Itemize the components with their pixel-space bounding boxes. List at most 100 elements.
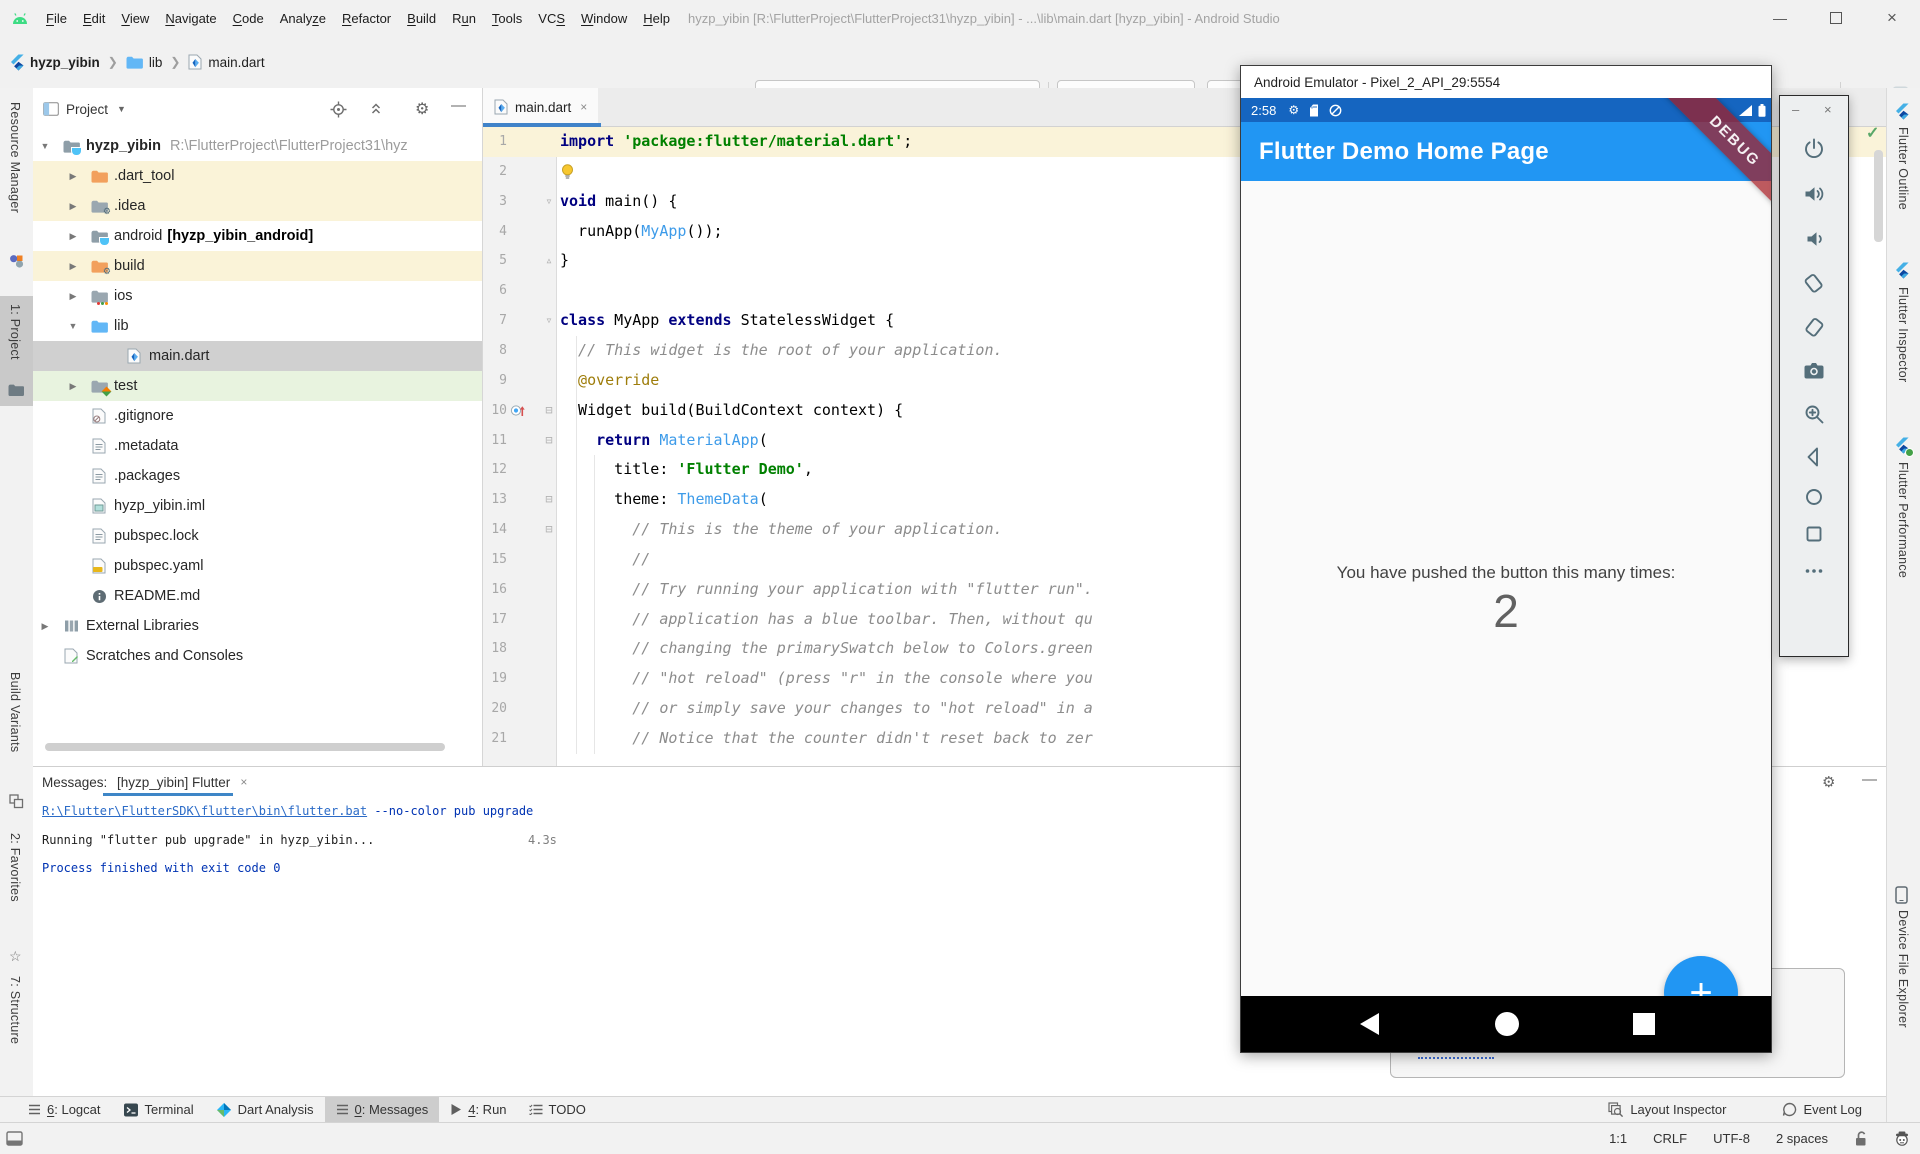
emulator-volume-down-button[interactable] [1801, 226, 1827, 252]
emulator-minimize-button[interactable]: – [1792, 102, 1799, 117]
indent-setting[interactable]: 2 spaces [1776, 1131, 1828, 1146]
sidebar-item-build-variants[interactable]: Build Variants [8, 672, 22, 752]
menu-window[interactable]: Window [573, 11, 635, 26]
emulator-volume-up-button[interactable] [1801, 181, 1827, 207]
tree-row-pubspec-lock[interactable]: pubspec.lock [33, 521, 482, 551]
emulator-rotate-right-button[interactable] [1801, 314, 1827, 340]
tab-main-dart[interactable]: main.dart × [483, 88, 598, 126]
menu-file[interactable]: File [38, 11, 75, 26]
menu-analyze[interactable]: Analyze [272, 11, 334, 26]
fold-marker-icon[interactable]: ⊟ [541, 485, 557, 515]
sidebar-item-flutter-performance[interactable]: Flutter Performance [1896, 462, 1910, 578]
chevron-right-icon[interactable]: ▶ [37, 621, 53, 632]
project-view-selector[interactable]: Project [66, 102, 108, 117]
tree-row-android[interactable]: ▶android [hyzp_yibin_android] [33, 221, 482, 251]
toolwindow-button-0-messages[interactable]: 0: Messages [325, 1097, 440, 1122]
toolwindow-button-terminal[interactable]: Terminal [112, 1097, 205, 1122]
toolwindow-button-6-logcat[interactable]: 6: Logcat [17, 1097, 112, 1122]
emulator-camera-button[interactable] [1801, 358, 1827, 384]
tab-flutter-messages[interactable]: [hyzp_yibin] Flutter × [109, 769, 255, 795]
toolwindow-button-dart-analysis[interactable]: Dart Analysis [205, 1097, 325, 1122]
toolwindow-button-layout-inspector[interactable]: Layout Inspector [1597, 1097, 1737, 1122]
horizontal-scrollbar[interactable] [45, 743, 445, 751]
emulator-close-button[interactable]: × [1824, 102, 1832, 117]
breadcrumb-folder[interactable]: lib [149, 55, 163, 70]
close-tab-icon[interactable]: × [580, 100, 587, 114]
intention-bulb-icon[interactable] [561, 164, 574, 180]
tree-row-test[interactable]: ▶test [33, 371, 482, 401]
sidebar-item-structure[interactable]: 7: Structure [8, 976, 22, 1044]
tree-row--gitignore[interactable]: .gitignore [33, 401, 482, 431]
breadcrumb-file[interactable]: main.dart [208, 55, 264, 70]
tree-row-hyzp-yibin-iml[interactable]: hyzp_yibin.iml [33, 491, 482, 521]
gear-icon[interactable]: ⚙ [415, 99, 429, 119]
editor-scrollbar[interactable] [1874, 150, 1883, 242]
tree-row-pubspec-yaml[interactable]: pubspec.yaml [33, 551, 482, 581]
menu-view[interactable]: View [113, 11, 157, 26]
tree-row-ios[interactable]: ▶ios [33, 281, 482, 311]
tree-row-main-dart[interactable]: main.dart [33, 341, 482, 371]
chevron-right-icon[interactable]: ▶ [65, 231, 81, 242]
tree-row--dart-tool[interactable]: ▶.dart_tool [33, 161, 482, 191]
emulator-title-bar[interactable]: Android Emulator - Pixel_2_API_29:5554 [1241, 66, 1771, 98]
toolwindow-button-4-run[interactable]: 4: Run [439, 1097, 517, 1122]
menu-vcs[interactable]: VCS [530, 11, 573, 26]
window-close-button[interactable]: × [1864, 0, 1920, 36]
sidebar-item-resource-manager[interactable]: Resource Manager [8, 102, 22, 213]
chevron-right-icon[interactable]: ▶ [65, 381, 81, 392]
collapse-all-icon[interactable] [368, 101, 384, 117]
tree-row-external-libraries[interactable]: ▶External Libraries [33, 611, 482, 641]
menu-tools[interactable]: Tools [484, 11, 530, 26]
build-variants-icon[interactable] [9, 794, 24, 809]
toolwindow-button-todo[interactable]: TODO [518, 1097, 597, 1122]
sidebar-item-flutter-inspector[interactable]: Flutter Inspector [1896, 287, 1910, 382]
locate-file-icon[interactable] [330, 101, 347, 118]
emulator-rotate-left-button[interactable] [1801, 270, 1827, 296]
tree-row-scratches-and-consoles[interactable]: Scratches and Consoles [33, 641, 482, 671]
fold-marker-icon[interactable]: ⊟ [541, 426, 557, 456]
line-ending[interactable]: CRLF [1653, 1131, 1687, 1146]
tree-row-build[interactable]: ▶⚙build [33, 251, 482, 281]
caret-position[interactable]: 1:1 [1609, 1131, 1627, 1146]
toolwindow-button-event-log[interactable]: Event Log [1771, 1097, 1873, 1122]
emulator-screen[interactable]: 2:58 ⚙ Flutter Demo Home Page You have p… [1241, 98, 1771, 1052]
incognito-profile-icon[interactable] [1894, 1131, 1910, 1146]
tree-row-readme-md[interactable]: README.md [33, 581, 482, 611]
window-maximize-button[interactable] [1808, 0, 1864, 36]
menu-navigate[interactable]: Navigate [157, 11, 224, 26]
tree-row-hyzp-yibin[interactable]: ▼hyzp_yibinR:\FlutterProject\FlutterProj… [33, 131, 482, 161]
tree-row--packages[interactable]: .packages [33, 461, 482, 491]
emulator-zoom-in-button[interactable] [1801, 401, 1827, 427]
fold-marker-icon[interactable]: ⊟ [541, 515, 557, 545]
console-file-link[interactable]: R:\Flutter\FlutterSDK\flutter\bin\flutte… [42, 804, 367, 818]
nav-overview-button[interactable] [1633, 1013, 1655, 1035]
fold-marker-icon[interactable]: ▵ [541, 246, 557, 276]
tree-row--metadata[interactable]: .metadata [33, 431, 482, 461]
menu-run[interactable]: Run [444, 11, 484, 26]
chevron-down-icon[interactable]: ▼ [37, 141, 53, 151]
fold-marker-icon[interactable]: ⊟ [541, 396, 557, 426]
emulator-overview-button[interactable] [1801, 521, 1827, 547]
tree-row-lib[interactable]: ▼lib [33, 311, 482, 341]
chevron-right-icon[interactable]: ▶ [65, 171, 81, 182]
menu-refactor[interactable]: Refactor [334, 11, 399, 26]
sidebar-item-flutter-outline[interactable]: Flutter Outline [1896, 127, 1910, 210]
menu-code[interactable]: Code [225, 11, 272, 26]
menu-help[interactable]: Help [635, 11, 678, 26]
resource-manager-icon[interactable] [9, 254, 24, 269]
inspections-ok-icon[interactable]: ✓ [1866, 123, 1879, 143]
nav-back-button[interactable] [1360, 1013, 1379, 1035]
chevron-right-icon[interactable]: ▶ [65, 201, 81, 212]
sidebar-item-device-file-explorer[interactable]: Device File Explorer [1896, 910, 1910, 1028]
emulator-more-button[interactable] [1801, 558, 1827, 584]
chevron-down-icon[interactable]: ▼ [65, 321, 81, 331]
file-encoding[interactable]: UTF-8 [1713, 1131, 1750, 1146]
star-icon[interactable]: ☆ [9, 948, 22, 965]
close-tab-icon[interactable]: × [240, 775, 247, 789]
gear-icon[interactable]: ⚙ [1822, 773, 1835, 791]
hide-panel-icon[interactable]: — [451, 97, 466, 114]
chevron-right-icon[interactable]: ▶ [65, 291, 81, 302]
nav-home-button[interactable] [1495, 1012, 1519, 1036]
window-minimize-button[interactable]: — [1752, 0, 1808, 36]
menu-build[interactable]: Build [399, 11, 444, 26]
